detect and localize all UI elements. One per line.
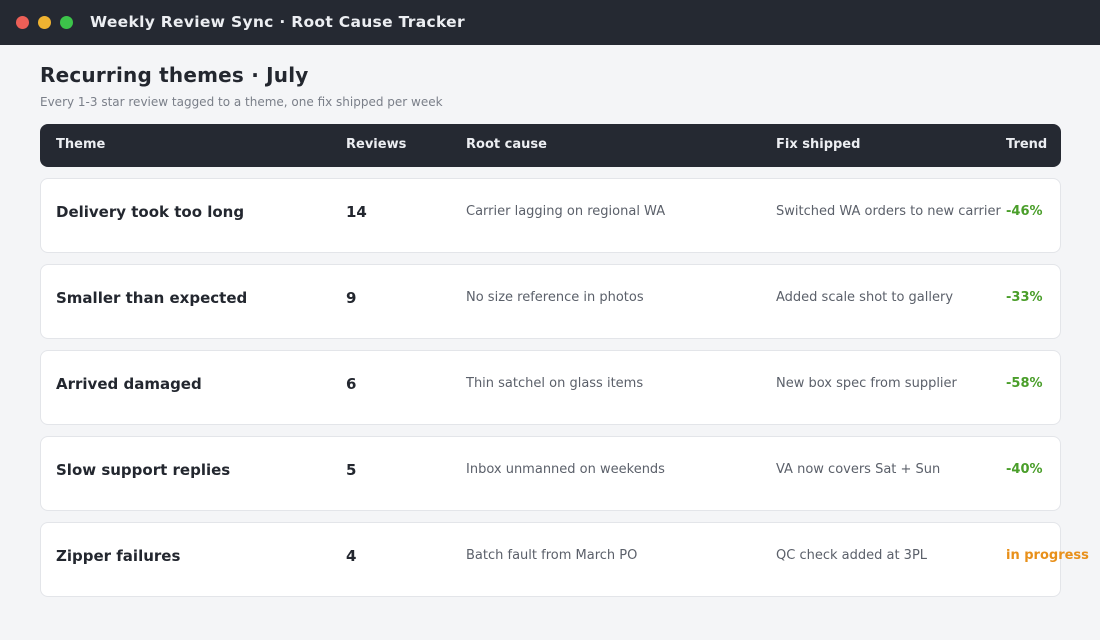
column-header-reviews[interactable]: Reviews (346, 137, 406, 152)
fix-shipped-cell: VA now covers Sat + Sun (776, 462, 941, 477)
theme-cell: Slow support replies (56, 461, 231, 479)
trend-cell: -58% (1006, 376, 1043, 391)
table-row[interactable]: Arrived damaged 6 Thin satchel on glass … (40, 350, 1061, 425)
window-title: Weekly Review Sync · Root Cause Tracker (90, 13, 465, 31)
trend-cell: in progress (1006, 548, 1089, 563)
trend-cell: -40% (1006, 462, 1043, 477)
table-row[interactable]: Smaller than expected 9 No size referenc… (40, 264, 1061, 339)
table-header: Theme Reviews Root cause Fix shipped Tre… (40, 124, 1061, 167)
theme-cell: Zipper failures (56, 547, 181, 565)
theme-cell: Smaller than expected (56, 289, 248, 307)
fix-shipped-cell: Added scale shot to gallery (776, 290, 954, 305)
fix-shipped-cell: Switched WA orders to new carrier (776, 204, 1001, 219)
table-row[interactable]: Delivery took too long 14 Carrier laggin… (40, 178, 1061, 253)
reviews-count-cell: 6 (346, 375, 357, 393)
column-header-theme[interactable]: Theme (56, 137, 105, 152)
reviews-count-cell: 4 (346, 547, 357, 565)
page-title: Recurring themes · July (40, 63, 309, 87)
root-cause-cell: Thin satchel on glass items (466, 376, 644, 391)
column-header-fix-shipped[interactable]: Fix shipped (776, 137, 860, 152)
close-window-button[interactable] (16, 16, 29, 29)
column-header-trend[interactable]: Trend (1006, 137, 1047, 152)
column-header-root-cause[interactable]: Root cause (466, 137, 547, 152)
theme-cell: Delivery took too long (56, 203, 245, 221)
reviews-count-cell: 5 (346, 461, 357, 479)
trend-cell: -46% (1006, 204, 1043, 219)
table-row[interactable]: Zipper failures 4 Batch fault from March… (40, 522, 1089, 597)
fix-shipped-cell: New box spec from supplier (776, 376, 957, 391)
root-cause-cell: Batch fault from March PO (466, 548, 638, 563)
minimize-window-button[interactable] (38, 16, 51, 29)
root-cause-cell: No size reference in photos (466, 290, 644, 305)
theme-cell: Arrived damaged (56, 375, 202, 393)
fix-shipped-cell: QC check added at 3PL (776, 548, 928, 563)
maximize-window-button[interactable] (60, 16, 73, 29)
page-subtitle: Every 1-3 star review tagged to a theme,… (40, 95, 443, 109)
reviews-count-cell: 14 (346, 203, 367, 221)
trend-cell: -33% (1006, 290, 1043, 305)
root-cause-cell: Inbox unmanned on weekends (466, 462, 665, 477)
reviews-count-cell: 9 (346, 289, 357, 307)
title-bar: Weekly Review Sync · Root Cause Tracker (0, 0, 1100, 45)
table-row[interactable]: Slow support replies 5 Inbox unmanned on… (40, 436, 1061, 511)
root-cause-cell: Carrier lagging on regional WA (466, 204, 666, 219)
